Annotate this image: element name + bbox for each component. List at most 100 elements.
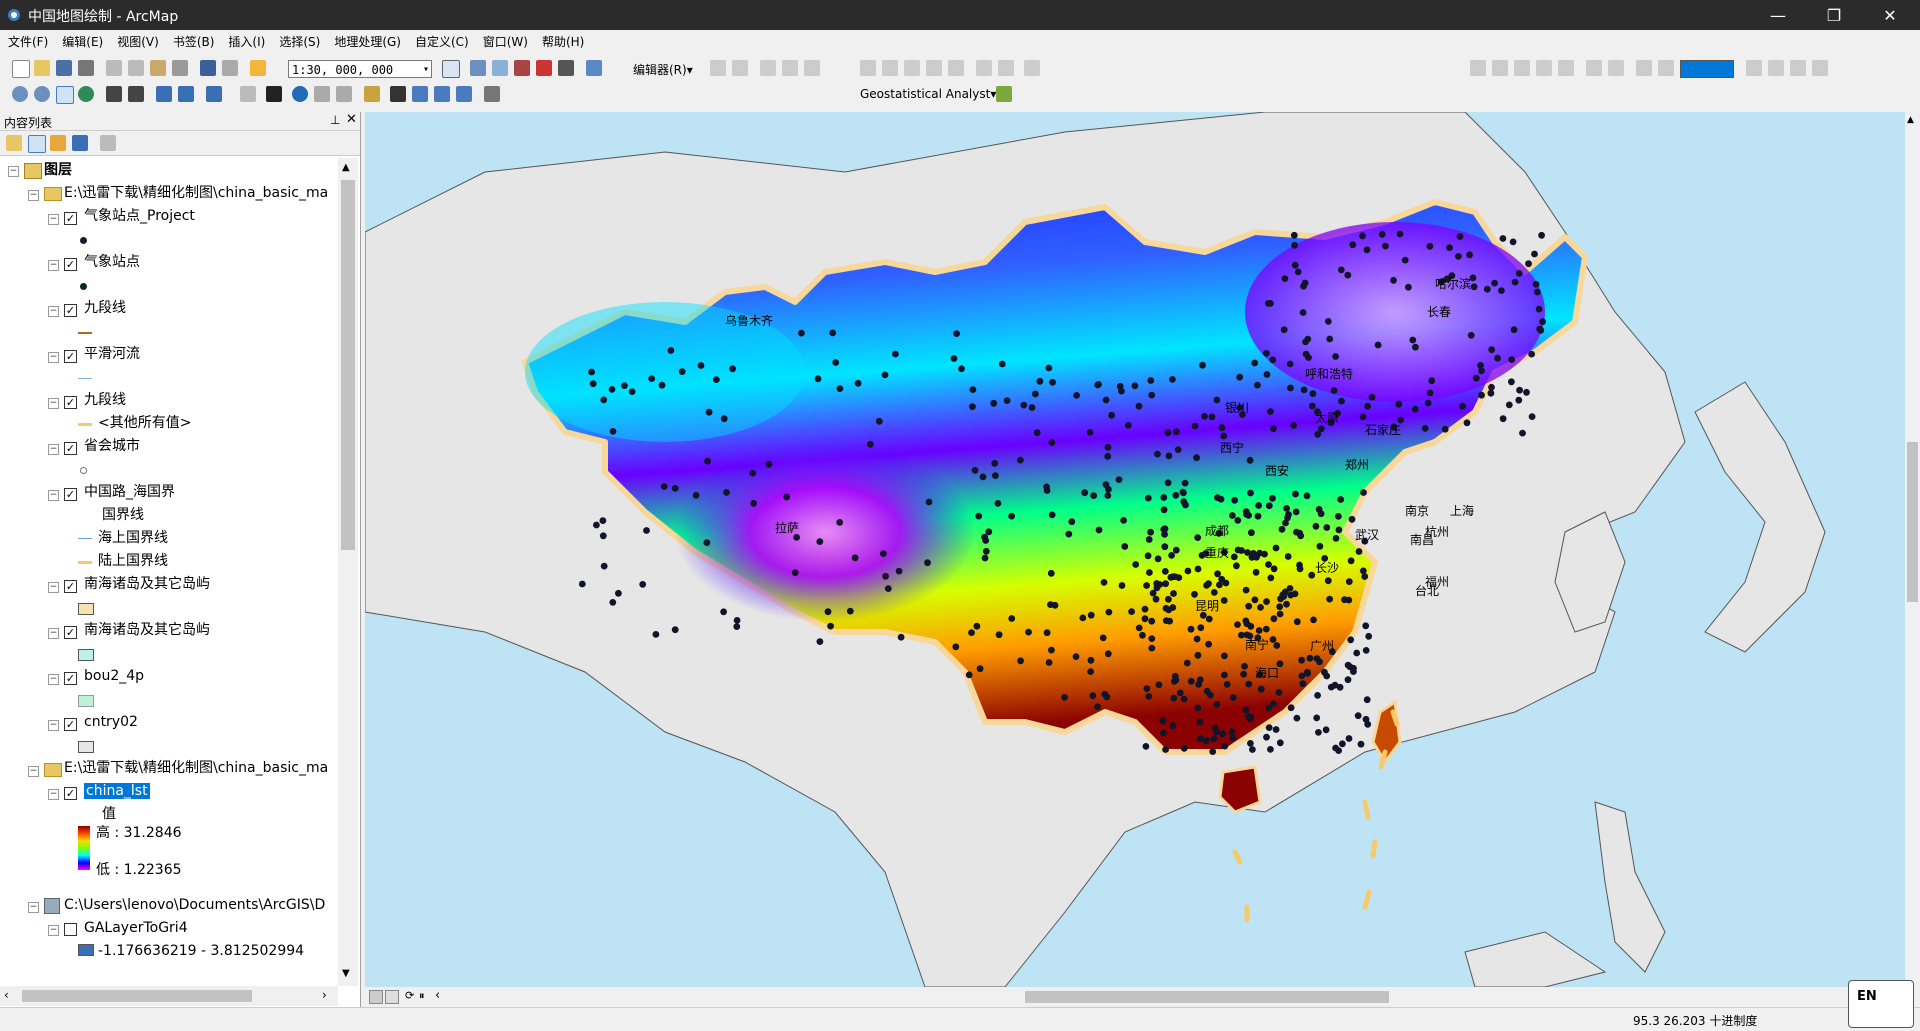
end-point-arc-icon[interactable] <box>782 60 798 76</box>
trace-icon[interactable] <box>804 60 820 76</box>
redo-icon[interactable] <box>222 60 238 76</box>
root-layers-label[interactable]: 图层 <box>44 159 72 181</box>
source-group-2[interactable]: E:\迅雷下载\精细化制图\china_basic_ma <box>64 757 328 779</box>
menu-windows[interactable]: 窗口(W) <box>483 33 528 50</box>
identify-icon[interactable] <box>292 86 308 102</box>
scroll-thumb[interactable] <box>1025 991 1389 1003</box>
layer-name[interactable]: 平滑河流 <box>84 343 140 365</box>
add-data-icon[interactable] <box>250 60 266 76</box>
python-icon[interactable] <box>558 60 574 76</box>
toc-vertical-scrollbar[interactable]: ▲ ▼ <box>338 158 358 986</box>
layer-name[interactable]: 省会城市 <box>84 435 140 457</box>
restore-button[interactable]: ❐ <box>1806 0 1862 30</box>
scroll-thumb[interactable] <box>1907 442 1918 602</box>
layout-zoom-percent-box[interactable] <box>1680 60 1734 78</box>
layer-name[interactable]: cntry02 <box>84 711 138 733</box>
delete-icon[interactable] <box>172 60 188 76</box>
layer-visibility-checkbox[interactable]: ✓ <box>64 304 77 317</box>
cut-icon[interactable] <box>106 60 122 76</box>
map-scale-combobox[interactable]: 1:30, 000, 000 ▾ <box>288 60 432 78</box>
go-forward-extent-icon[interactable] <box>178 86 194 102</box>
layer-visibility-checkbox[interactable]: ✓ <box>64 626 77 639</box>
menu-help[interactable]: 帮助(H) <box>542 33 584 50</box>
pan-icon[interactable] <box>56 86 74 104</box>
layout-zoom-out-icon[interactable] <box>1492 60 1508 76</box>
map-canvas[interactable]: 乌鲁木齐哈尔滨长春呼和浩特银川太原石家庄西宁郑州西安上海成都 武汉 南昌重庆长沙福州… <box>365 112 1905 987</box>
fixed-zoom-in-icon[interactable] <box>1586 60 1602 76</box>
collapse-icon[interactable]: − <box>48 628 59 639</box>
map-vertical-scrollbar[interactable]: ▲ <box>1905 112 1920 987</box>
layer-name[interactable]: 南海诸岛及其它岛屿 <box>84 573 210 595</box>
save-icon[interactable] <box>56 60 72 76</box>
collapse-icon[interactable]: − <box>28 766 39 777</box>
collapse-icon[interactable]: − <box>48 789 59 800</box>
go-to-xy-icon[interactable] <box>434 86 450 102</box>
copy-icon[interactable] <box>128 60 144 76</box>
layer-visibility-checkbox[interactable]: ✓ <box>64 258 77 271</box>
layer-visibility-checkbox[interactable]: ✓ <box>64 718 77 731</box>
menu-view[interactable]: 视图(V) <box>117 33 159 50</box>
layer-visibility-checkbox[interactable]: ✓ <box>64 787 77 800</box>
layer-visibility-checkbox[interactable] <box>64 923 77 936</box>
rotate-icon[interactable] <box>948 60 964 76</box>
list-by-visibility-icon[interactable] <box>50 135 66 151</box>
collapse-icon[interactable]: − <box>28 190 39 201</box>
menu-insert[interactable]: 插入(I) <box>228 33 265 50</box>
collapse-icon[interactable]: − <box>48 490 59 501</box>
open-folder-icon[interactable] <box>34 60 50 76</box>
reshape-icon[interactable] <box>882 60 898 76</box>
collapse-icon[interactable]: − <box>48 444 59 455</box>
scroll-up-icon[interactable]: ▲ <box>342 162 350 173</box>
layer-visibility-checkbox[interactable]: ✓ <box>64 672 77 685</box>
layout-pan-icon[interactable] <box>1514 60 1530 76</box>
collapse-icon[interactable]: − <box>48 674 59 685</box>
find-icon[interactable] <box>390 86 406 102</box>
minimize-button[interactable]: — <box>1750 0 1806 30</box>
search-window-icon[interactable] <box>514 60 530 76</box>
menu-customize[interactable]: 自定义(C) <box>415 33 469 50</box>
pause-drawing-icon[interactable]: ⏸ <box>419 989 425 1003</box>
select-elements-icon[interactable] <box>266 86 282 102</box>
toc-horizontal-scrollbar[interactable]: ‹ › <box>0 986 338 1006</box>
attributes-icon[interactable] <box>976 60 992 76</box>
list-by-selection-icon[interactable] <box>72 135 88 151</box>
scroll-left-icon[interactable]: ‹ <box>435 988 440 1003</box>
fixed-zoom-out-map-icon[interactable] <box>128 86 144 102</box>
collapse-icon[interactable]: − <box>48 398 59 409</box>
cut-polygons-icon[interactable] <box>904 60 920 76</box>
list-by-drawing-order-icon[interactable] <box>6 135 22 151</box>
change-layout-icon[interactable] <box>1790 60 1806 76</box>
collapse-icon[interactable]: − <box>48 306 59 317</box>
layer-visibility-checkbox[interactable]: ✓ <box>64 488 77 501</box>
layer-name[interactable]: 九段线 <box>84 389 126 411</box>
edit-annotation-icon[interactable] <box>732 60 748 76</box>
menu-geoprocessing[interactable]: 地理处理(G) <box>334 33 401 50</box>
previous-extent-layout-icon[interactable] <box>1636 60 1652 76</box>
collapse-icon[interactable]: − <box>48 582 59 593</box>
focus-data-frame-icon[interactable] <box>1768 60 1784 76</box>
sketch-properties-icon[interactable] <box>998 60 1014 76</box>
editor-toolbar-icon[interactable] <box>442 60 460 78</box>
zoom-in-icon[interactable] <box>12 86 28 102</box>
layout-zoom-in-icon[interactable] <box>1470 60 1486 76</box>
layer-name[interactable]: GALayerToGri4 <box>84 917 188 939</box>
menu-edit[interactable]: 编辑(E) <box>62 33 103 50</box>
map-view[interactable]: 乌鲁木齐 哈尔滨 长春 呼和浩特 银川 太原 石家庄 西宁 郑州 西安 上海 成都 武汉 南昌 重庆 长沙 福州… <box>365 112 1905 987</box>
fixed-zoom-out-icon[interactable] <box>1608 60 1624 76</box>
edit-tool-icon[interactable] <box>710 60 726 76</box>
undo-icon[interactable] <box>200 60 216 76</box>
scroll-thumb[interactable] <box>22 990 252 1002</box>
scroll-thumb[interactable] <box>341 180 355 550</box>
catalog-icon[interactable] <box>492 60 508 76</box>
ime-indicator[interactable]: EN <box>1848 980 1914 1028</box>
menu-selection[interactable]: 选择(S) <box>279 33 320 50</box>
split-icon[interactable] <box>926 60 942 76</box>
layout-view-icon[interactable] <box>385 990 399 1004</box>
layer-name[interactable]: 气象站点 <box>84 251 140 273</box>
list-by-source-icon[interactable] <box>28 135 46 153</box>
layer-name[interactable]: 中国路_海国界 <box>84 481 175 503</box>
print-icon[interactable] <box>78 60 94 76</box>
measure-icon[interactable] <box>364 86 380 102</box>
source-group-3[interactable]: C:\Users\lenovo\Documents\ArcGIS\D <box>64 894 325 916</box>
arctoolbox-icon[interactable] <box>536 60 552 76</box>
